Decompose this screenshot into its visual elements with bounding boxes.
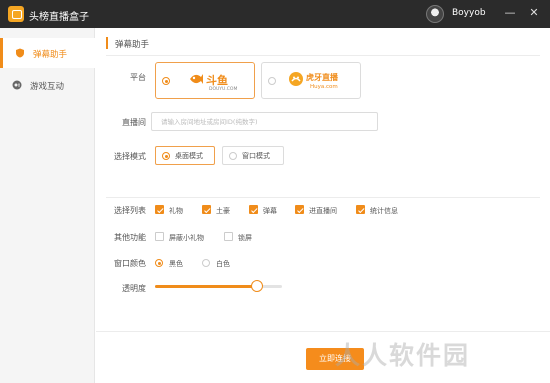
checkbox-lock-screen[interactable] [224, 232, 233, 241]
sidebar-item-danmaku[interactable]: 弹幕助手 [0, 38, 95, 68]
user-avatar[interactable] [426, 5, 444, 23]
sidebar-item-game[interactable]: 游戏互动 [0, 70, 95, 100]
room-input[interactable] [151, 112, 378, 131]
sidebar: 弹幕助手 游戏互动 [0, 28, 95, 383]
checkbox-tuhao-label: 土豪 [216, 207, 230, 215]
checkbox-danmaku-label: 弹幕 [263, 207, 277, 215]
username[interactable]: Boyyob [452, 8, 486, 18]
color-black-radio[interactable] [155, 259, 163, 267]
app-logo-icon [8, 6, 24, 22]
gamepad-icon [12, 80, 22, 90]
mode-window-label: 窗口模式 [242, 152, 270, 160]
platform-huya-radio[interactable] [268, 77, 276, 85]
platform-label: 平台 [130, 73, 146, 82]
mode-desktop-button[interactable]: 桌面模式 [155, 146, 215, 165]
sidebar-item-label: 游戏互动 [30, 82, 65, 92]
checkbox-stats[interactable] [356, 205, 365, 214]
app-title: 头榜直播盒子 [29, 12, 89, 23]
checkbox-stats-label: 统计信息 [370, 207, 398, 215]
checkbox-block-small-gift-label: 屏蔽小礼物 [169, 234, 204, 242]
close-button[interactable]: ✕ [526, 5, 542, 21]
mode-desktop-radio[interactable] [162, 152, 170, 160]
checkbox-gift-label: 礼物 [169, 207, 183, 215]
shield-icon [16, 48, 24, 58]
opacity-slider-fill [155, 285, 257, 288]
checkbox-enter-room[interactable] [295, 205, 304, 214]
title-bar: 头榜直播盒子 Boyyob — ✕ [0, 0, 550, 28]
minimize-button[interactable]: — [502, 5, 518, 21]
opacity-slider-handle[interactable] [250, 280, 263, 292]
color-black-label: 黑色 [169, 260, 183, 268]
color-white-radio[interactable] [202, 259, 210, 267]
section-title: 弹幕助手 [115, 40, 150, 50]
mode-label: 选择模式 [114, 152, 146, 161]
checkbox-block-small-gift[interactable] [155, 232, 164, 241]
room-label: 直播间 [122, 118, 146, 127]
mode-window-button[interactable]: 窗口模式 [222, 146, 284, 165]
platform-douyu-radio[interactable] [162, 77, 170, 85]
opacity-label: 透明度 [122, 284, 146, 293]
platform-huya-card[interactable]: 虎牙直播 Huya.com [261, 62, 361, 99]
divider [106, 197, 540, 198]
sidebar-item-label: 弹幕助手 [33, 50, 68, 60]
platform-douyu-name: 斗鱼 [206, 74, 228, 87]
platform-huya-name: 虎牙直播 [306, 73, 338, 82]
section-accent-bar [106, 37, 108, 49]
checkbox-enter-room-label: 进直播间 [309, 207, 337, 215]
checkbox-lock-screen-label: 锁屏 [238, 234, 252, 242]
window-color-label: 窗口颜色 [114, 259, 146, 268]
platform-douyu-card[interactable]: 斗鱼 DOUYU.COM [155, 62, 255, 99]
platform-douyu-sub: DOUYU.COM [209, 87, 238, 92]
platform-huya-sub: Huya.com [310, 84, 338, 90]
list-select-label: 选择列表 [114, 206, 146, 215]
color-white-label: 白色 [216, 260, 230, 268]
mode-window-radio[interactable] [229, 152, 237, 160]
huya-logo-icon [289, 72, 303, 86]
mode-desktop-label: 桌面模式 [175, 152, 203, 160]
opacity-slider-track[interactable] [155, 285, 282, 288]
checkbox-tuhao[interactable] [202, 205, 211, 214]
other-label: 其他功能 [114, 233, 146, 242]
main-panel: 弹幕助手 平台 斗鱼 DOUYU.COM 虎牙直播 Huya.com 直播间 选… [96, 28, 550, 383]
checkbox-gift[interactable] [155, 205, 164, 214]
divider [96, 331, 550, 332]
watermark: 人人软件园 [335, 341, 471, 370]
checkbox-danmaku[interactable] [249, 205, 258, 214]
douyu-fish-icon [190, 74, 203, 84]
divider [106, 55, 540, 56]
